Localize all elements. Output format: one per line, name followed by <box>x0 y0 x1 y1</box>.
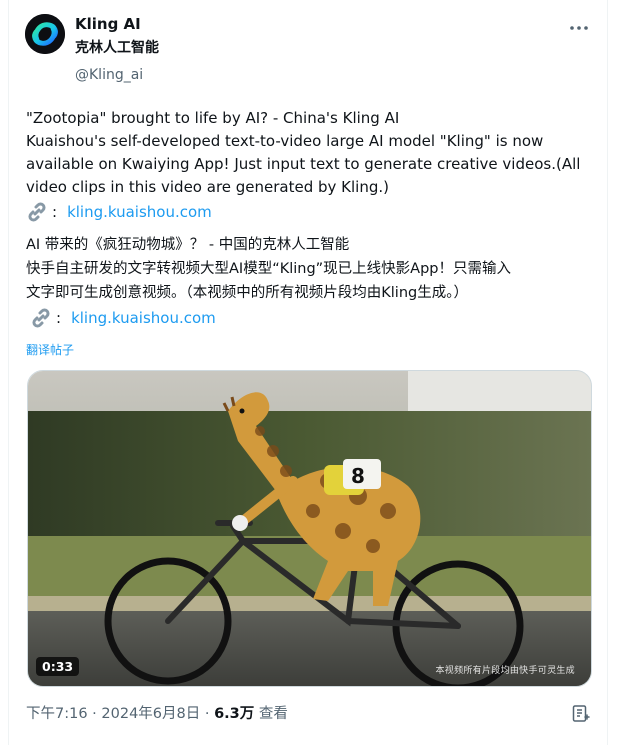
video-thumbnail: 8 <box>28 371 591 686</box>
link-row: : kling.kuaishou.com <box>26 199 596 225</box>
display-name[interactable]: Kling AI <box>75 14 159 34</box>
link-colon: : <box>52 202 58 221</box>
post-body: "Zootopia" brought to life by AI? - Chin… <box>26 107 596 362</box>
author-subname[interactable]: 克林人工智能 <box>75 38 159 58</box>
link-row: : kling.kuaishou.com <box>26 305 596 331</box>
views-count: 6.3万 <box>214 706 255 722</box>
views-label: 查看 <box>254 706 288 722</box>
video-duration: 0:33 <box>36 657 80 676</box>
post-meta: 下午7:16 · 2024年6月8日 · 6.3万 查看 <box>26 704 288 724</box>
external-link[interactable]: kling.kuaishou.com <box>71 307 216 330</box>
bookmark-icon[interactable] <box>571 704 591 724</box>
author-block: Kling AI 克林人工智能 @Kling_ai <box>75 14 159 85</box>
text-line: "Zootopia" brought to life by AI? - Chin… <box>26 109 400 127</box>
author-handle[interactable]: @Kling_ai <box>75 65 159 85</box>
video-player[interactable]: 8 0:33 本视频所有片段均由快手可灵生成 <box>27 370 592 687</box>
text-line: video clips in this video are generated … <box>26 178 390 196</box>
link-emoji-icon <box>28 202 46 222</box>
link-emoji-icon <box>32 308 50 328</box>
text-line: available on Kwaiying App! Just input te… <box>26 155 581 173</box>
more-horizontal-icon[interactable] <box>567 16 591 40</box>
english-text: "Zootopia" brought to life by AI? - Chin… <box>26 107 596 199</box>
video-watermark: 本视频所有片段均由快手可灵生成 <box>435 666 575 676</box>
svg-text:8: 8 <box>351 464 365 488</box>
post-card: Kling AI 克林人工智能 @Kling_ai "Zootopia" bro… <box>8 0 608 745</box>
translate-post-link[interactable]: 翻译帖子 <box>26 339 74 362</box>
text-line: 快手自主研发的文字转视频大型AI模型“Kling”现已上线快影App！只需输入 <box>26 261 512 277</box>
external-link[interactable]: kling.kuaishou.com <box>67 201 212 224</box>
link-colon: : <box>56 308 62 327</box>
text-line: Kuaishou's self-developed text-to-video … <box>26 132 544 150</box>
text-line: AI 带来的《疯狂动物城》？ - 中国的克林人工智能 <box>26 237 350 253</box>
post-header: Kling AI 克林人工智能 @Kling_ai <box>25 12 591 92</box>
kling-logo-icon <box>25 14 65 54</box>
post-timestamp[interactable]: 下午7:16 · 2024年6月8日 · <box>26 706 214 722</box>
avatar[interactable] <box>25 14 65 54</box>
chinese-text: AI 带来的《疯狂动物城》？ - 中国的克林人工智能 快手自主研发的文字转视频大… <box>26 233 596 305</box>
text-line: 文字即可生成创意视频。（本视频中的所有视频片段均由Kling生成。） <box>26 285 468 301</box>
